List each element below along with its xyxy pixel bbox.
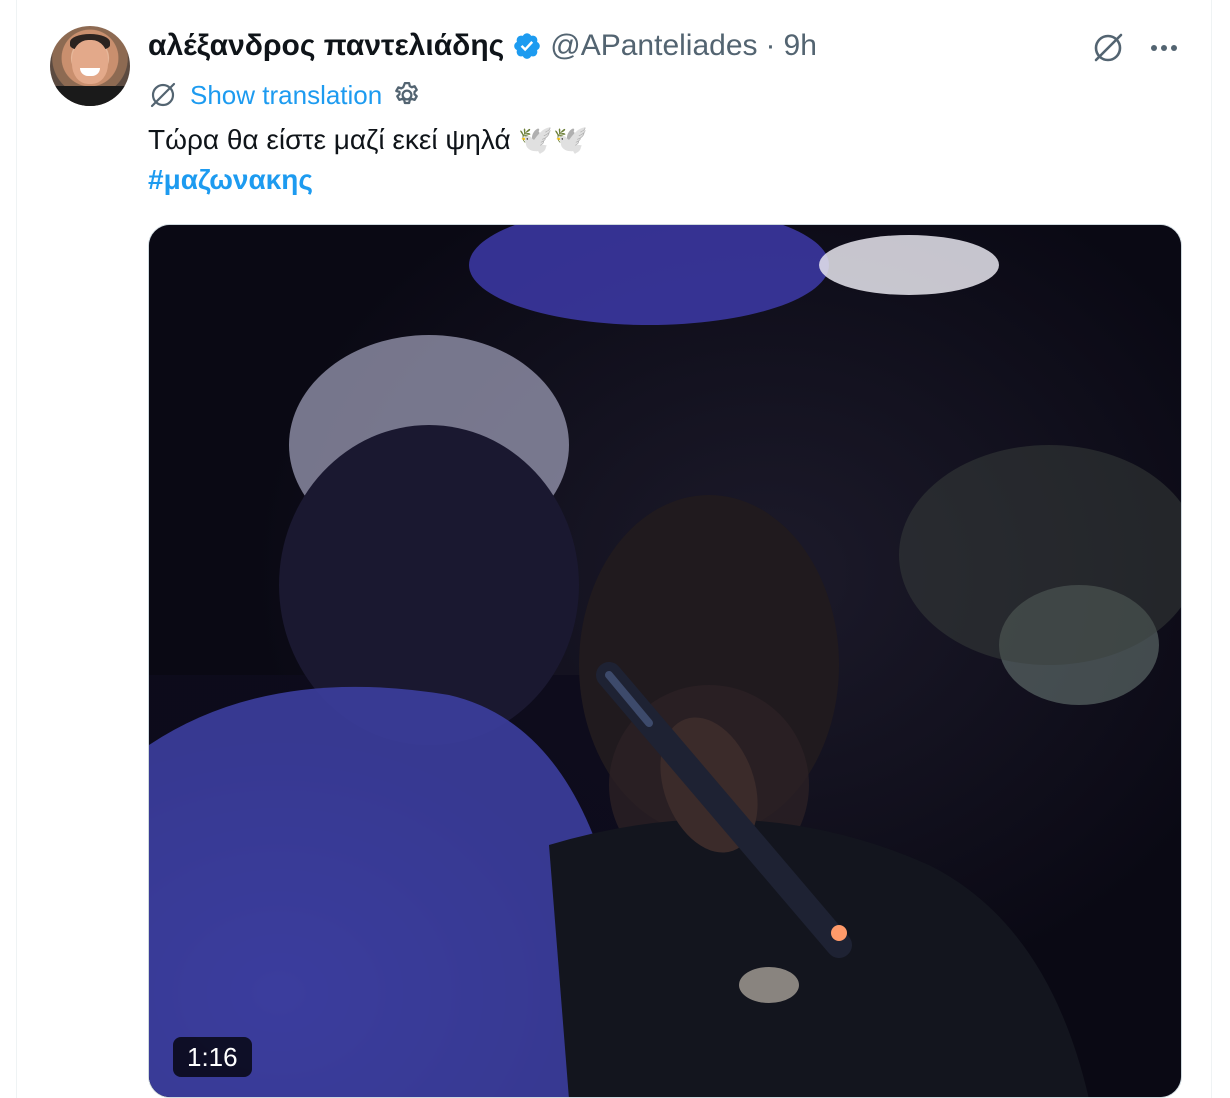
translate-icon — [150, 82, 176, 108]
grok-icon[interactable] — [1088, 28, 1128, 68]
avatar[interactable] — [50, 26, 130, 106]
video-duration-badge: 1:16 — [173, 1037, 252, 1077]
settings-icon[interactable] — [392, 80, 422, 110]
tweet-timestamp[interactable]: 9h — [784, 29, 817, 63]
more-icon[interactable] — [1146, 30, 1182, 66]
video-frame — [149, 225, 1181, 1097]
hashtag-link[interactable]: #μαζωνακης — [148, 160, 313, 200]
author-handle[interactable]: @APanteliades — [550, 29, 757, 63]
verified-icon — [514, 33, 541, 59]
author-display-name[interactable]: αλέξανδρος παντελιάδης — [148, 29, 504, 63]
video-player[interactable]: 1:16 — [148, 224, 1182, 1098]
show-translation-link[interactable]: Show translation — [190, 80, 382, 111]
translation-row: Show translation — [146, 78, 422, 112]
separator-dot: · — [765, 29, 776, 62]
tweet-text: Τώρα θα είστε μαζί εκεί ψηλά 🕊️🕊️ — [148, 124, 589, 155]
tweet-header: αλέξανδρος παντελιάδης @APanteliades · 9… — [148, 28, 817, 64]
